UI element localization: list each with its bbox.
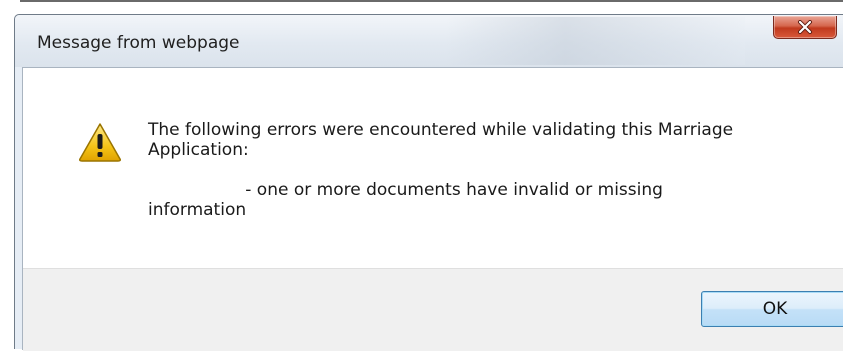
message-line: The following errors were encountered wh… xyxy=(148,120,734,140)
close-button[interactable] xyxy=(773,16,837,39)
ok-button[interactable]: OK xyxy=(701,291,843,327)
close-icon xyxy=(797,20,813,34)
message-line: Application: xyxy=(148,140,249,160)
message-area: The following errors were encountered wh… xyxy=(23,68,843,268)
dialog-titlebar[interactable]: Message from webpage xyxy=(15,15,843,67)
message-dialog: Message from webpage The following error… xyxy=(14,14,843,351)
dialog-content: The following errors were encountered wh… xyxy=(22,67,843,351)
background-window-edge xyxy=(20,0,843,2)
warning-icon xyxy=(78,122,122,162)
dialog-title: Message from webpage xyxy=(37,33,240,53)
message-spacer xyxy=(148,160,828,180)
dialog-footer: OK xyxy=(23,268,843,351)
titlebar-glass xyxy=(445,17,745,65)
error-message: The following errors were encountered wh… xyxy=(148,120,828,220)
screen: Message from webpage The following error… xyxy=(0,0,843,351)
message-line: - one or more documents have invalid or … xyxy=(148,180,663,200)
message-line: information xyxy=(148,200,247,220)
